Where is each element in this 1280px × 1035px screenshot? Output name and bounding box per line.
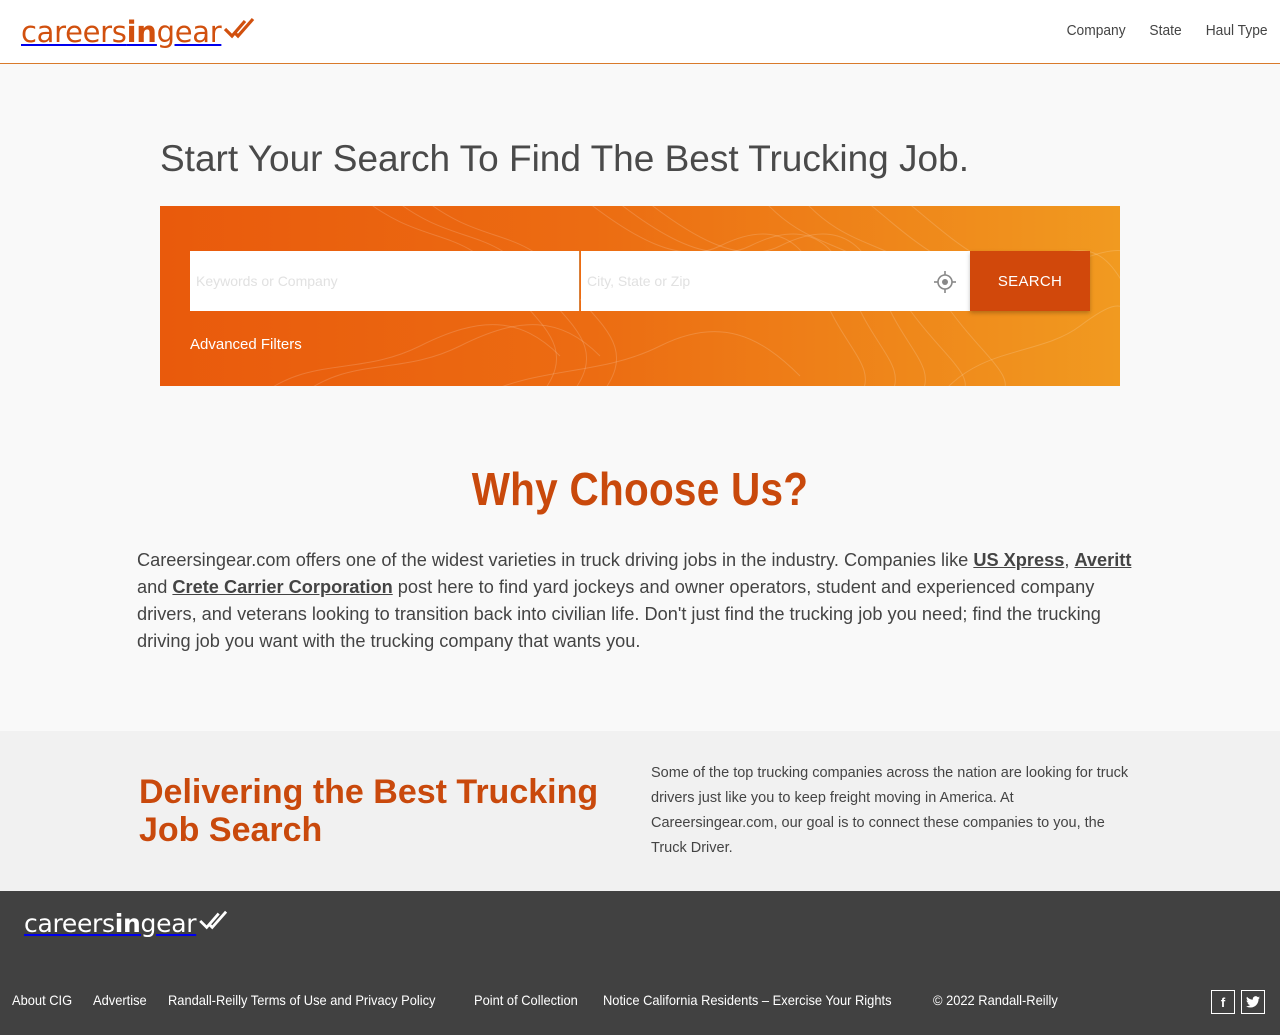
hero-title: Start Your Search To Find The Best Truck…	[160, 138, 969, 179]
averitt-link[interactable]: Averitt	[1074, 550, 1131, 570]
nav-state[interactable]: State	[1149, 22, 1181, 39]
location-input[interactable]	[581, 251, 970, 311]
footer-link-terms[interactable]: Randall-Reilly Terms of Use and Privacy …	[168, 992, 435, 1008]
social-links: f	[1211, 990, 1265, 1014]
footer-link-point-of-collection[interactable]: Point of Collection	[474, 992, 578, 1008]
delivering-text: Some of the top trucking companies acros…	[651, 765, 1129, 856]
twitter-bird-glyph	[1246, 996, 1260, 1008]
footer-links: About CIG Advertise Randall-Reilly Terms…	[12, 992, 1061, 1008]
footer-link-about[interactable]: About CIG	[12, 992, 72, 1008]
search-button[interactable]: SEARCH	[970, 251, 1090, 311]
why-text-segment: Careersingear.com offers one of the wide…	[137, 550, 974, 570]
copyright: © 2022 Randall-Reilly	[932, 992, 1058, 1008]
facebook-icon[interactable]: f	[1211, 990, 1235, 1014]
footer-link-california-notice[interactable]: Notice California Residents – Exercise Y…	[603, 992, 892, 1008]
delivering-section: Delivering the Best Trucking Job Search …	[0, 731, 1280, 891]
footer-logo[interactable]: careersingear	[24, 909, 232, 938]
location-field	[581, 251, 970, 311]
nav-haul-type[interactable]: Haul Type	[1205, 22, 1267, 39]
nav-company[interactable]: Company	[1066, 22, 1125, 39]
delivering-heading: Delivering the Best Trucking Job Search	[139, 773, 599, 849]
main-nav: Company State Haul Type	[1064, 22, 1271, 39]
crete-carrier-link[interactable]: Crete Carrier Corporation	[172, 577, 392, 597]
why-choose-us-heading: Why Choose Us?	[471, 463, 809, 515]
logo-wordmark: careersingear	[21, 15, 222, 49]
footer-logo-wordmark: careersingear	[24, 909, 197, 938]
us-xpress-link[interactable]: US Xpress	[973, 550, 1064, 570]
keyword-input[interactable]	[190, 251, 579, 311]
site-footer: careersingear About CIG Advertise Randal…	[0, 891, 1280, 1035]
why-text-separator: ,	[1064, 550, 1075, 570]
site-logo[interactable]: careersingear	[21, 14, 259, 50]
why-text-segment: and	[137, 577, 173, 597]
footer-link-advertise[interactable]: Advertise	[93, 992, 147, 1008]
twitter-icon[interactable]	[1241, 990, 1265, 1014]
double-check-icon	[224, 17, 255, 39]
search-panel: SEARCH Advanced Filters	[160, 206, 1120, 386]
keyword-field	[190, 251, 580, 311]
double-check-icon	[199, 910, 228, 929]
site-header: careersingear Company State Haul Type	[0, 0, 1280, 64]
advanced-filters-link[interactable]: Advanced Filters	[190, 336, 302, 353]
crosshair-icon[interactable]	[934, 271, 956, 293]
why-choose-us-text: Careersingear.com offers one of the wide…	[137, 547, 1137, 655]
